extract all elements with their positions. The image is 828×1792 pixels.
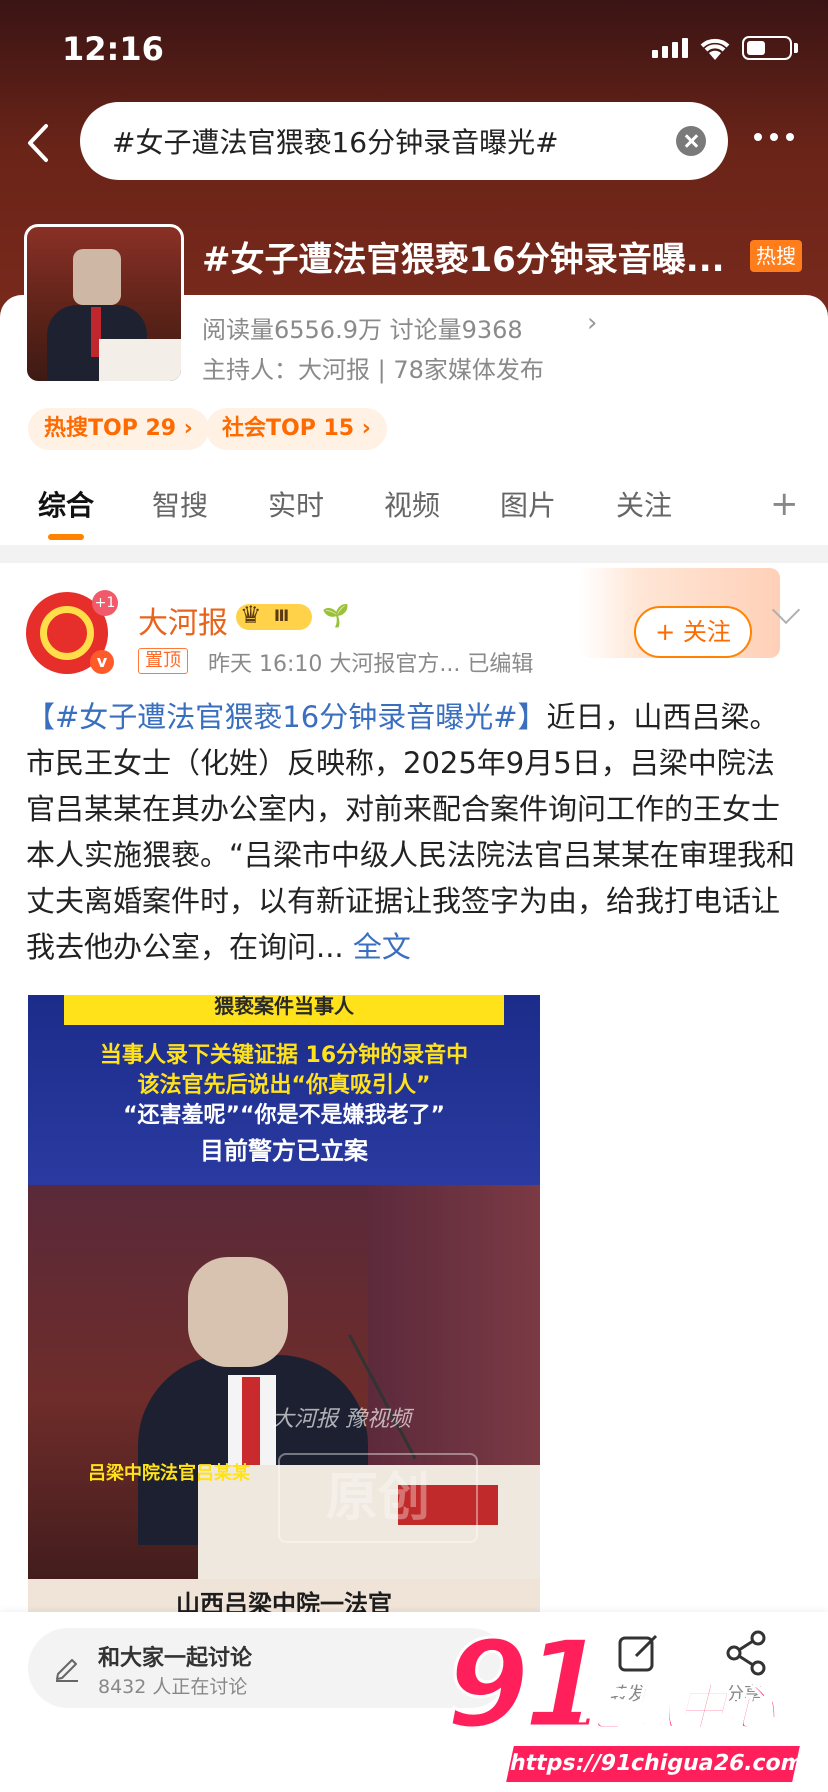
tab-bar: 综合 智搜 实时 视频 图片 关注 + bbox=[0, 476, 828, 542]
hot-badge: 热搜 bbox=[750, 240, 802, 272]
video-person-tie bbox=[242, 1377, 260, 1467]
rank-tag-social[interactable]: 社会TOP 15 › bbox=[206, 408, 387, 450]
tab-images[interactable]: 图片 bbox=[500, 484, 556, 524]
crown-icon bbox=[236, 601, 312, 630]
topic-stats[interactable]: 阅读量6556.9万 讨论量9368 › bbox=[202, 308, 597, 345]
post-text: 近日，山西吕梁。市民王女士（化姓）反映称，2025年9月5日，吕梁中院法官吕某某… bbox=[26, 700, 796, 964]
tab-following[interactable]: 关注 bbox=[616, 484, 672, 524]
clear-icon[interactable] bbox=[676, 126, 706, 156]
status-time: 12:16 bbox=[62, 30, 164, 68]
tab-video[interactable]: 视频 bbox=[384, 484, 440, 524]
site-watermark: 91 吃瓜中心 https://91chigua26.com bbox=[445, 1615, 806, 1788]
watermark-text: 吃瓜中心 bbox=[575, 1678, 777, 1738]
discuss-title: 和大家一起讨论 bbox=[98, 1646, 253, 1671]
back-button[interactable] bbox=[20, 118, 60, 168]
signal-icon bbox=[652, 38, 688, 58]
topic-stats-text: 阅读量6556.9万 讨论量9368 bbox=[202, 316, 523, 344]
video-player[interactable]: 猥亵案件当事人 当事人录下关键证据 16分钟的录音中 该法官先后说出“你真吸引人… bbox=[28, 995, 540, 1615]
sprout-icon: 🌱 bbox=[322, 604, 350, 629]
search-input[interactable]: #女子遭法官猥亵16分钟录音曝光# bbox=[80, 102, 728, 180]
search-query: #女子遭法官猥亵16分钟录音曝光# bbox=[112, 126, 559, 159]
verified-icon: v bbox=[90, 650, 114, 674]
video-caption-1: 当事人录下关键证据 16分钟的录音中 bbox=[99, 1043, 469, 1068]
pencil-icon bbox=[56, 1659, 78, 1682]
video-name-caption: 吕梁中院法官吕某某 bbox=[88, 1463, 250, 1484]
battery-tip bbox=[794, 43, 798, 53]
video-watermark: 大河报 豫视频 bbox=[272, 1407, 411, 1432]
post-body: 【#女子遭法官猥亵16分钟录音曝光#】近日，山西吕梁。市民王女士（化姓）反映称，… bbox=[26, 694, 802, 970]
topic-title: #女子遭法官猥亵16分钟录音曝... bbox=[202, 240, 725, 280]
video-caption-2: 该法官先后说出“你真吸引人” bbox=[137, 1073, 431, 1098]
battery-icon bbox=[742, 36, 792, 60]
status-bar: 12:16 bbox=[0, 0, 828, 100]
wifi-icon bbox=[700, 38, 730, 60]
topic-thumbnail[interactable] bbox=[24, 224, 184, 384]
tab-general[interactable]: 综合 bbox=[38, 484, 94, 524]
author-name[interactable]: 大河报 bbox=[138, 598, 228, 642]
avatar-plus-badge: +1 bbox=[92, 590, 118, 616]
video-caption-4: 目前警方已立案 bbox=[200, 1137, 368, 1165]
post-hashtag[interactable]: 【#女子遭法官猥亵16分钟录音曝光#】 bbox=[26, 700, 547, 734]
full-text-link[interactable]: 全文 bbox=[353, 930, 411, 964]
tab-smart-search[interactable]: 智搜 bbox=[152, 484, 208, 524]
video-person-head-blurred bbox=[188, 1257, 288, 1367]
video-top-bar: 猥亵案件当事人 bbox=[64, 995, 504, 1025]
topic-host: 主持人：大河报 | 78家媒体发布 bbox=[202, 356, 544, 384]
discuss-count: 8432 人正在讨论 bbox=[98, 1676, 248, 1698]
watermark-url: https://91chigua26.com bbox=[506, 1746, 806, 1782]
follow-button[interactable]: + 关注 bbox=[634, 606, 752, 658]
post-meta: 昨天 16:10 大河报官方... 已编辑 bbox=[208, 652, 534, 677]
video-caption-3: “还害羞呢”“你是不是嫌我老了” bbox=[123, 1103, 445, 1128]
section-divider bbox=[0, 545, 828, 563]
tab-realtime[interactable]: 实时 bbox=[268, 484, 324, 524]
add-tab-icon[interactable]: + bbox=[770, 484, 799, 524]
original-stamp: 原创 bbox=[278, 1453, 478, 1543]
tab-active-indicator bbox=[48, 534, 84, 540]
chevron-right-icon: › bbox=[587, 308, 598, 338]
video-bottom-caption: 山西吕梁中院一法官 bbox=[28, 1579, 540, 1615]
rank-tag-hot[interactable]: 热搜TOP 29 › bbox=[28, 408, 209, 450]
more-icon[interactable] bbox=[754, 133, 794, 141]
pinned-badge: 置顶 bbox=[138, 648, 188, 674]
